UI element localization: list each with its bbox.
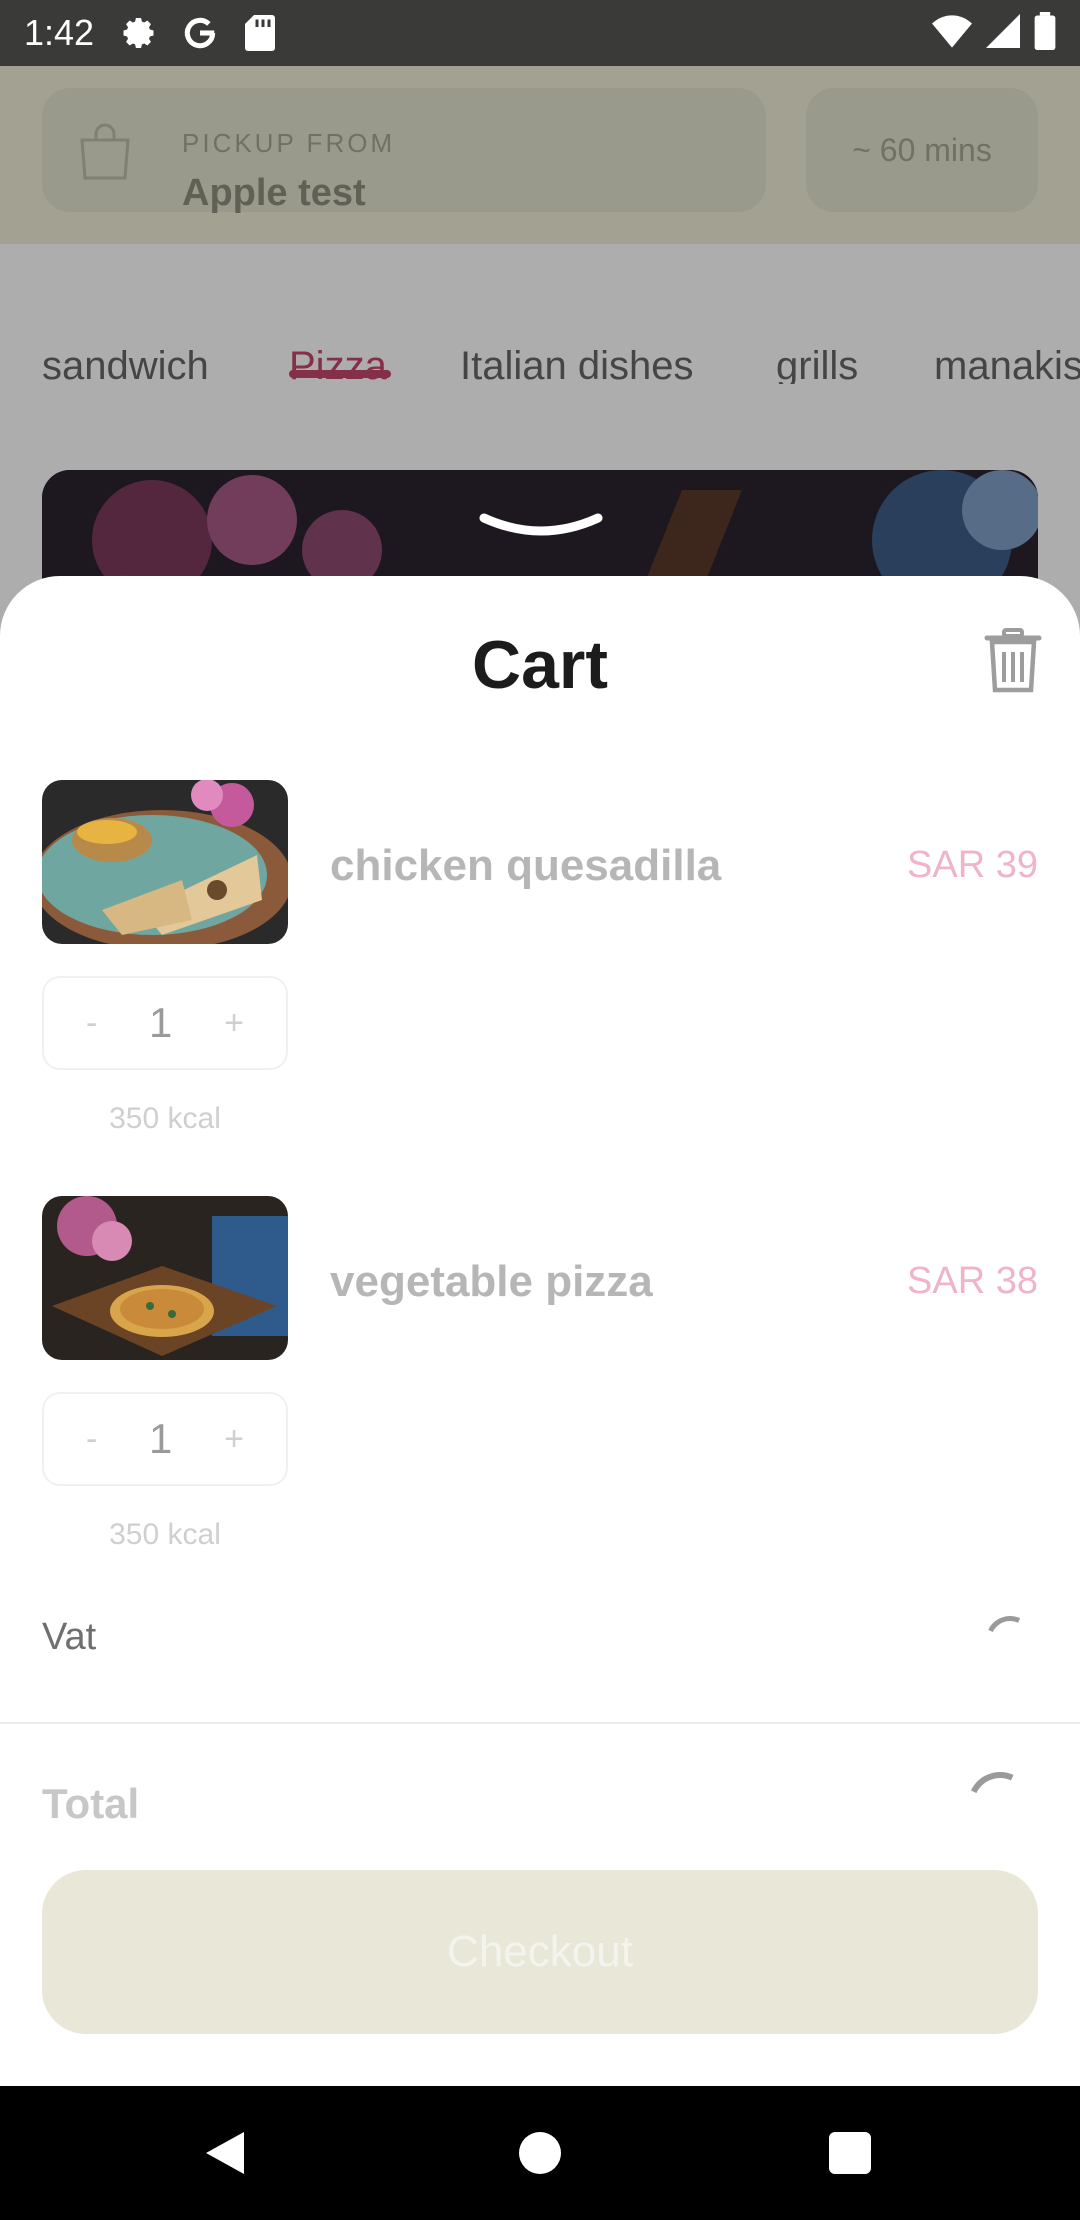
item-image-vegetable-pizza [42,1196,288,1360]
system-navigation-bar [0,2086,1080,2220]
home-icon[interactable] [519,2132,561,2174]
google-icon [180,13,220,53]
increase-quantity-button[interactable]: + [224,1420,244,1459]
quantity-stepper: - 1 + [42,1392,288,1486]
decrease-quantity-button[interactable]: - [86,1420,97,1459]
item-price: SAR 38 [907,1260,1038,1302]
sd-card-icon [240,13,280,53]
cart-title: Cart [471,627,609,703]
quantity-stepper: - 1 + [42,976,288,1070]
increase-quantity-button[interactable]: + [224,1004,244,1043]
wifi-icon [932,13,972,54]
settings-icon [120,13,160,53]
cart-bottom-sheet: Cart chicken quesadilla SAR 39 - 1 + 350… [0,576,1080,2086]
back-icon[interactable] [204,2130,246,2181]
checkout-button[interactable]: Checkout [42,1870,1038,2034]
sheet-collapse-handle-icon[interactable] [478,510,604,546]
quantity-value: 1 [149,1415,173,1462]
item-name: chicken quesadilla [330,841,722,890]
decrease-quantity-button[interactable]: - [86,1004,97,1043]
vat-label: Vat [42,1616,97,1658]
cell-signal-icon [986,13,1020,53]
item-price: SAR 39 [907,844,1038,886]
total-loading-spinner-icon [958,1762,1042,1846]
vat-loading-spinner-icon [979,1609,1041,1671]
recent-apps-icon[interactable] [829,2132,871,2174]
battery-icon [1034,11,1056,55]
item-name: vegetable pizza [330,1257,653,1306]
item-image-chicken-quesadilla [42,780,288,944]
status-bar: 1:42 [0,0,1080,66]
item-calories: 350 kcal [109,1518,221,1551]
quantity-value: 1 [149,999,173,1046]
status-time: 1:42 [24,12,95,53]
trash-icon[interactable] [984,628,1042,694]
total-label: Total [42,1780,140,1827]
divider [0,1722,1080,1724]
item-calories: 350 kcal [109,1102,221,1135]
